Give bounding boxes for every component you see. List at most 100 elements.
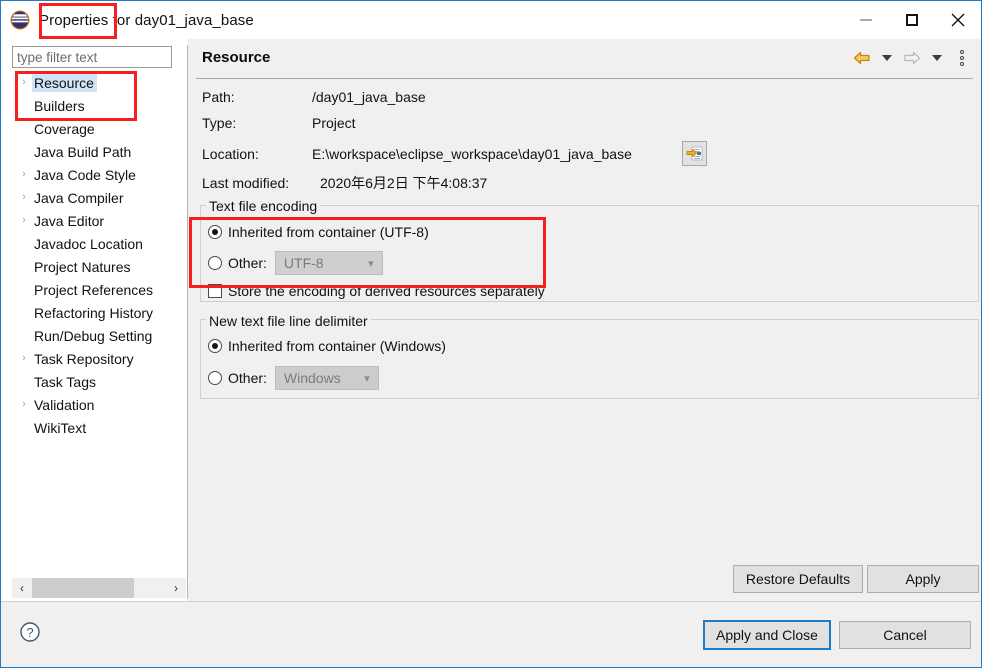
location-value: E:\workspace\eclipse_workspace\day01_jav… <box>312 146 632 162</box>
location-row: Location: E:\workspace\eclipse_workspace… <box>202 143 632 165</box>
type-value: Project <box>312 115 356 131</box>
line-delimiter-legend: New text file line delimiter <box>206 313 371 329</box>
sidebar-item-project-references[interactable]: Project References <box>12 278 186 301</box>
nav-toolbar <box>851 47 973 69</box>
filter-input[interactable] <box>12 46 172 68</box>
close-button[interactable] <box>935 1 981 39</box>
settings-tree[interactable]: › Resource Builders Coverage Java Build … <box>12 71 186 578</box>
last-modified-label: Last modified: <box>202 175 290 191</box>
sidebar-item-javadoc-location[interactable]: Javadoc Location <box>12 232 186 255</box>
store-derived-encoding-checkbox[interactable]: Store the encoding of derived resources … <box>208 283 545 299</box>
maximize-button[interactable] <box>889 1 935 39</box>
sidebar-item-wikitext[interactable]: WikiText <box>12 416 186 439</box>
sidebar-item-label: Javadoc Location <box>34 235 143 252</box>
sidebar-item-java-build-path[interactable]: Java Build Path <box>12 140 186 163</box>
tree-horizontal-scrollbar[interactable]: ‹ › <box>12 578 186 598</box>
radio-icon <box>208 339 222 353</box>
cancel-button[interactable]: Cancel <box>839 621 971 649</box>
window-controls <box>843 1 981 39</box>
sidebar-item-label: Run/Debug Setting <box>34 327 153 344</box>
view-menu-icon <box>960 50 964 66</box>
text-file-encoding-legend: Text file encoding <box>206 198 321 214</box>
sidebar-item-label: Java Build Path <box>34 143 132 160</box>
sidebar-item-coverage[interactable]: Coverage <box>12 117 186 140</box>
encoding-combo[interactable]: UTF-8 ▾ <box>274 251 383 275</box>
scroll-left-arrow-icon[interactable]: ‹ <box>12 578 32 598</box>
sidebar-item-task-tags[interactable]: Task Tags <box>12 370 186 393</box>
delimiter-combo-value: Windows <box>283 370 341 386</box>
sidebar-item-label: Builders <box>34 97 85 114</box>
chevron-right-icon[interactable]: › <box>16 192 32 203</box>
restore-defaults-button[interactable]: Restore Defaults <box>733 565 863 593</box>
show-in-system-explorer-icon <box>686 146 703 160</box>
view-menu-button[interactable] <box>951 47 973 69</box>
apply-button[interactable]: Apply <box>867 565 979 593</box>
encoding-inherited-radio[interactable]: Inherited from container (UTF-8) <box>208 224 429 240</box>
last-modified-row: Last modified: 2020年6月2日 下午4:08:37 <box>202 172 487 194</box>
title-bar: Properties for day01_java_base <box>1 1 981 39</box>
checkbox-icon <box>208 284 222 298</box>
delimiter-combo[interactable]: Windows ▾ <box>274 366 379 390</box>
sidebar-item-label: Task Repository <box>34 350 134 367</box>
last-modified-value: 2020年6月2日 下午4:08:37 <box>320 175 488 191</box>
help-button[interactable]: ? <box>19 621 41 643</box>
scrollbar-track[interactable] <box>134 578 166 598</box>
back-button[interactable] <box>851 47 873 69</box>
sidebar-item-label: Resource <box>32 73 97 92</box>
forward-history-dropdown[interactable] <box>926 47 948 69</box>
sidebar-item-validation[interactable]: › Validation <box>12 393 186 416</box>
svg-text:?: ? <box>26 625 33 640</box>
sidebar-item-project-natures[interactable]: Project Natures <box>12 255 186 278</box>
sidebar-item-run-debug-setting[interactable]: Run/Debug Setting <box>12 324 186 347</box>
chevron-right-icon[interactable]: › <box>16 215 32 226</box>
scrollbar-thumb[interactable] <box>32 578 134 598</box>
chevron-down-icon <box>882 55 892 61</box>
sidebar-item-label: Java Editor <box>34 212 105 229</box>
chevron-right-icon[interactable]: › <box>16 77 32 88</box>
encoding-inherited-label: Inherited from container (UTF-8) <box>228 224 429 240</box>
maximize-icon <box>906 14 918 26</box>
store-derived-encoding-label: Store the encoding of derived resources … <box>228 283 545 299</box>
radio-icon[interactable] <box>208 371 222 385</box>
sidebar-item-resource[interactable]: › Resource <box>12 71 186 94</box>
sidebar-item-label: Refactoring History <box>34 304 154 321</box>
sidebar-item-label: Task Tags <box>34 373 96 390</box>
close-icon <box>951 13 965 27</box>
back-history-dropdown[interactable] <box>876 47 898 69</box>
back-arrow-icon <box>853 51 870 65</box>
delimiter-inherited-radio[interactable]: Inherited from container (Windows) <box>208 338 446 354</box>
chevron-right-icon[interactable]: › <box>16 353 32 364</box>
sidebar-item-java-editor[interactable]: › Java Editor <box>12 209 186 232</box>
minimize-button[interactable] <box>843 1 889 39</box>
encoding-other-row[interactable]: Other: UTF-8 ▾ <box>208 251 383 275</box>
sidebar-item-builders[interactable]: Builders <box>12 94 186 117</box>
type-label: Type: <box>202 115 237 131</box>
path-label: Path: <box>202 89 235 105</box>
chevron-down-icon: ▾ <box>364 372 370 385</box>
sidebar-item-label: Validation <box>34 396 95 413</box>
forward-button[interactable] <box>901 47 923 69</box>
chevron-right-icon[interactable]: › <box>16 169 32 180</box>
delimiter-other-row[interactable]: Other: Windows ▾ <box>208 366 379 390</box>
location-label: Location: <box>202 146 259 162</box>
sidebar-item-java-code-style[interactable]: › Java Code Style <box>12 163 186 186</box>
show-in-system-explorer-button[interactable] <box>682 141 707 166</box>
properties-dialog: Properties for day01_java_base › Resourc… <box>0 0 982 668</box>
chevron-down-icon <box>932 55 942 61</box>
delimiter-other-label: Other: <box>228 370 267 386</box>
sidebar-item-refactoring-history[interactable]: Refactoring History <box>12 301 186 324</box>
encoding-combo-value: UTF-8 <box>283 255 324 271</box>
title-divider <box>196 78 973 79</box>
scroll-right-arrow-icon[interactable]: › <box>166 578 186 598</box>
sidebar-item-label: Java Code Style <box>34 166 136 183</box>
apply-and-close-button[interactable]: Apply and Close <box>703 620 831 650</box>
path-value: /day01_java_base <box>312 89 426 105</box>
path-row: Path: /day01_java_base <box>202 86 426 108</box>
type-row: Type: Project <box>202 112 356 134</box>
forward-arrow-icon <box>904 51 921 65</box>
sidebar-item-label: Project Natures <box>34 258 131 275</box>
sidebar-item-task-repository[interactable]: › Task Repository <box>12 347 186 370</box>
radio-icon[interactable] <box>208 256 222 270</box>
chevron-right-icon[interactable]: › <box>16 399 32 410</box>
sidebar-item-java-compiler[interactable]: › Java Compiler <box>12 186 186 209</box>
